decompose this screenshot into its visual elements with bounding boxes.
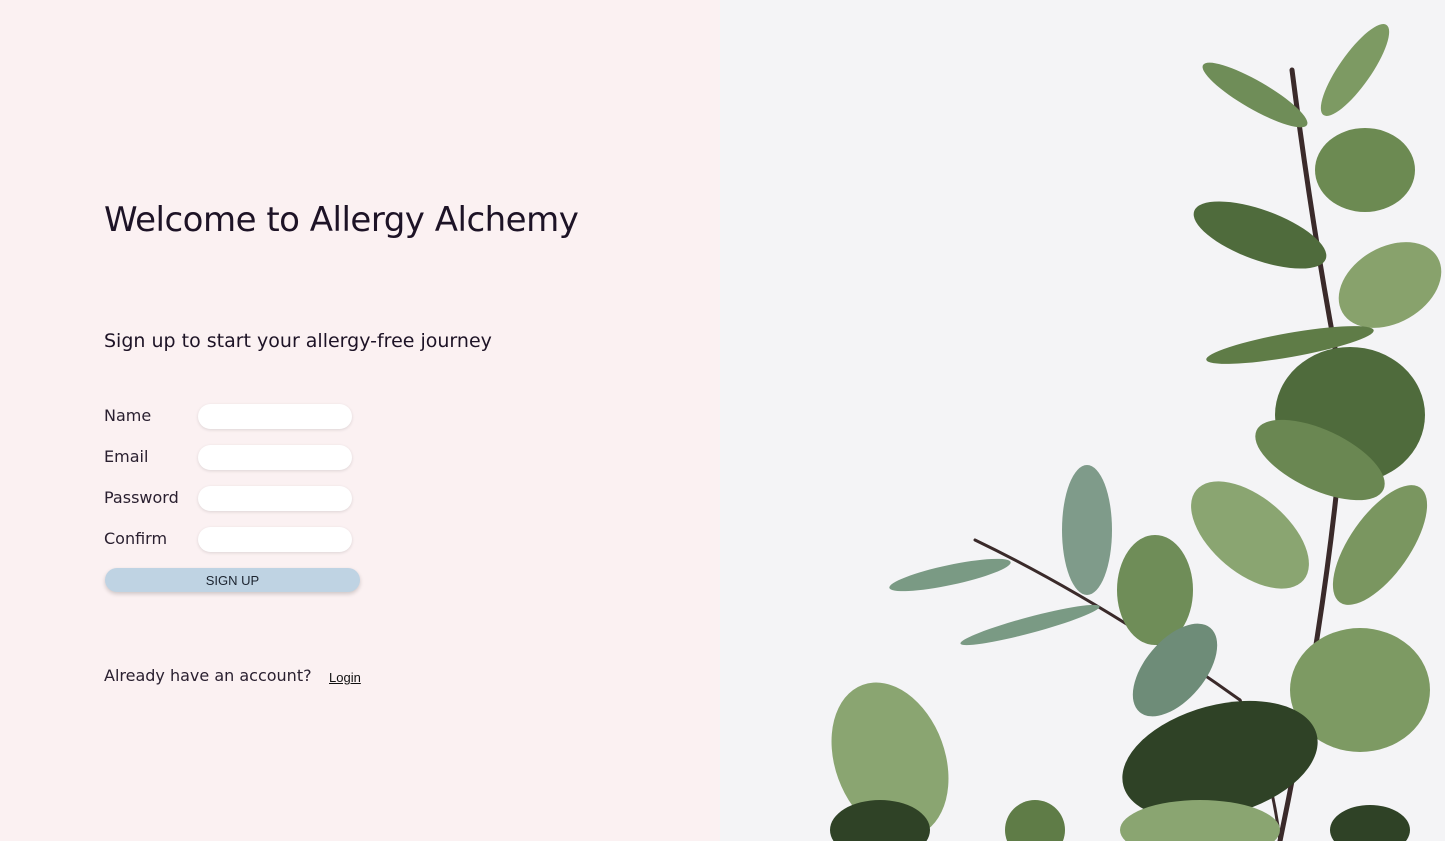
email-input[interactable]: [198, 445, 352, 470]
login-link[interactable]: Login: [329, 670, 361, 685]
password-label: Password: [104, 488, 179, 507]
name-label: Name: [104, 406, 152, 425]
page-title: Welcome to Allergy Alchemy: [104, 200, 579, 240]
login-prompt: Already have an account?: [104, 666, 312, 685]
email-label: Email: [104, 447, 149, 466]
signup-subtitle: Sign up to start your allergy-free journ…: [104, 330, 492, 352]
confirm-password-input[interactable]: [198, 527, 352, 552]
confirm-label: Confirm: [104, 529, 168, 548]
leaves: [830, 24, 1442, 841]
name-input[interactable]: [198, 404, 352, 429]
password-input[interactable]: [198, 486, 352, 511]
eucalyptus-branch-icon: [830, 24, 1442, 841]
signup-button[interactable]: SIGN UP: [105, 568, 360, 592]
